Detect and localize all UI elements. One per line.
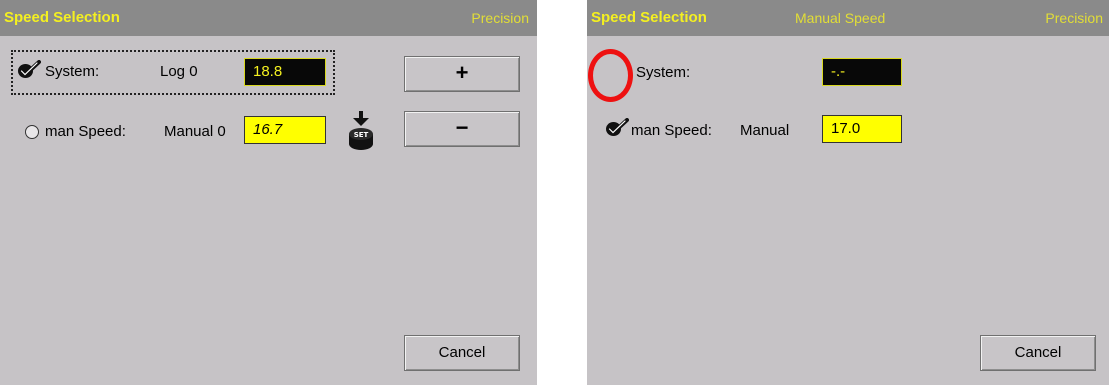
decrease-button[interactable]: − [404, 111, 520, 147]
svg-text:SET: SET [354, 131, 369, 139]
man-speed-field[interactable]: 17.0 [822, 115, 902, 143]
mode-label: Precision [471, 10, 529, 26]
man-speed-source: Manual [740, 122, 790, 139]
speed-selection-panel-right: Speed Selection Manual Speed Precision S… [587, 0, 1109, 385]
man-speed-field[interactable]: 16.7 [244, 116, 326, 144]
panel-title: Speed Selection [591, 9, 707, 26]
title-bar: Speed Selection Manual Speed Precision [587, 0, 1109, 36]
cancel-button[interactable]: Cancel [404, 335, 520, 371]
man-speed-label: man Speed: [631, 122, 712, 139]
checkmark-icon[interactable] [17, 60, 41, 80]
system-speed-field[interactable]: 18.8 [244, 58, 326, 86]
speed-selection-panel-left: Speed Selection Precision System: Log 0 … [0, 0, 537, 385]
set-icon[interactable]: SET [347, 110, 375, 152]
mode-label: Precision [1045, 10, 1103, 26]
title-bar: Speed Selection Precision [0, 0, 537, 36]
increase-button[interactable]: + [404, 56, 520, 92]
radio-icon[interactable] [25, 125, 39, 139]
panel-title: Speed Selection [4, 9, 120, 26]
system-label: System: [45, 63, 100, 80]
man-speed-label: man Speed: [45, 123, 126, 140]
system-label: System: [636, 64, 691, 81]
highlight-circle [588, 49, 633, 102]
subtitle-label: Manual Speed [795, 10, 886, 26]
system-speed-field[interactable]: -.- [822, 58, 902, 86]
checkmark-icon[interactable] [605, 118, 629, 138]
man-speed-source: Manual 0 [164, 123, 226, 140]
cancel-button[interactable]: Cancel [980, 335, 1096, 371]
system-source: Log 0 [160, 63, 198, 80]
